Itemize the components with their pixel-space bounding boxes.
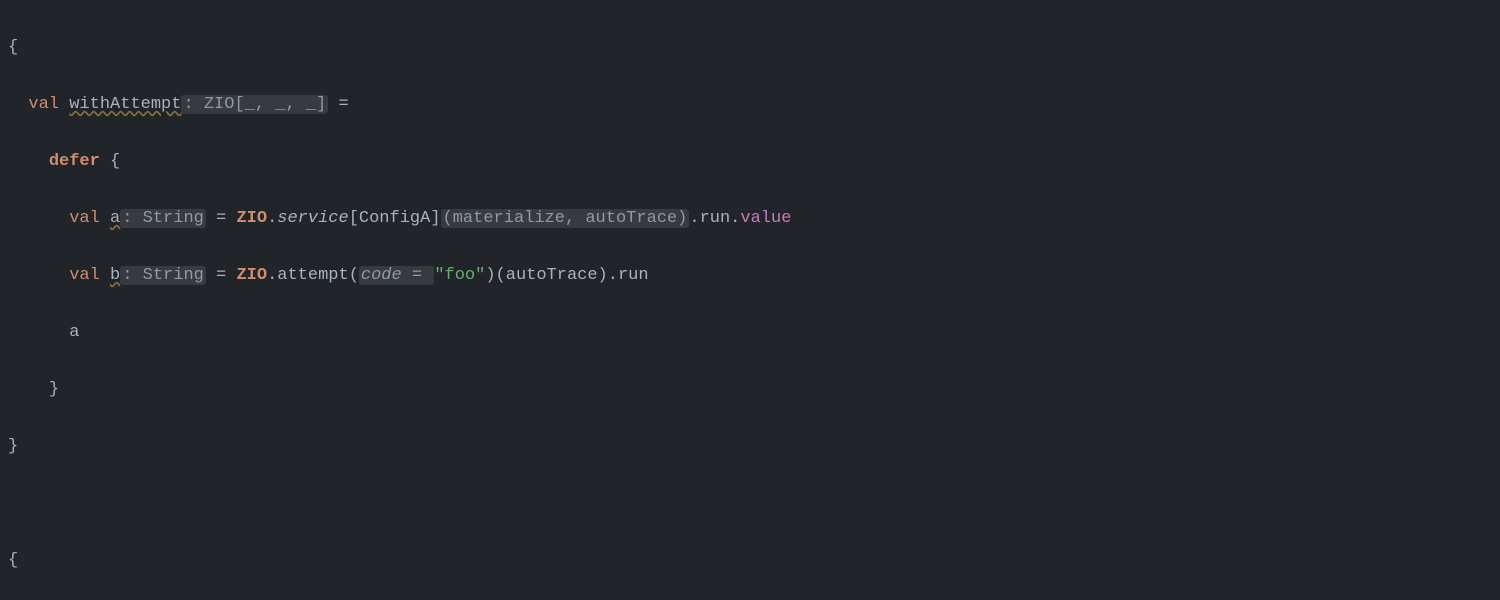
code-line: } [8,376,1500,405]
type-zio: ZIO [236,209,267,228]
property-value: value [740,209,791,228]
type-hint: : String [120,266,206,285]
identifier: withAttempt [69,95,181,114]
string-close-quote: " [475,266,485,285]
keyword-val: val [28,95,59,114]
code-line: a [8,319,1500,348]
keyword-val: val [69,266,100,285]
keyword-defer: defer [49,152,100,171]
type-hint: : ZIO[_, _, _] [181,95,328,114]
implicit-args: (materialize, autoTrace) [441,209,690,228]
string-literal: foo [445,266,476,285]
code-line: { [8,547,1500,576]
code-editor[interactable]: { val withAttempt: ZIO[_, _, _] = defer … [0,0,1500,600]
code-line: } [8,433,1500,462]
code-line: val a: String = ZIO.service[ConfigA](mat… [8,205,1500,234]
named-param: code = [359,266,434,285]
code-line: val withAttempt: ZIO[_, _, _] = [8,91,1500,120]
code-line [8,490,1500,519]
type-hint: : String [120,209,206,228]
method-service: service [277,209,348,228]
identifier: a [110,209,120,228]
identifier: b [110,266,120,285]
string-open-quote: " [434,266,444,285]
code-line: { [8,34,1500,63]
code-line: defer { [8,148,1500,177]
code-line: val b: String = ZIO.attempt(code = "foo"… [8,262,1500,291]
keyword-val: val [69,209,100,228]
type-zio: ZIO [236,266,267,285]
